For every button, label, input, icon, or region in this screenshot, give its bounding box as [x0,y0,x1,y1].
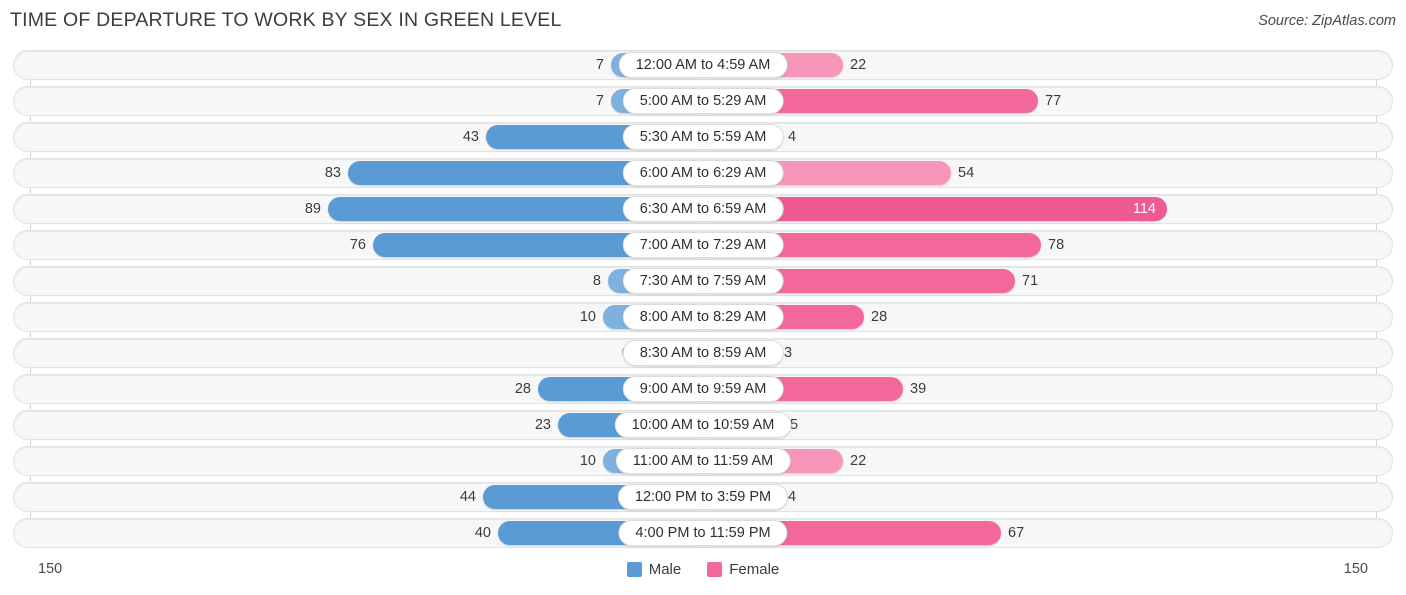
female-value-label: 54 [958,164,975,181]
square-swatch-icon [626,562,642,577]
category-label: 12:00 AM to 4:59 AM [618,52,788,78]
bar-row: 40 67 4:00 PM to 11:59 PM [0,518,1406,548]
male-value-label: 44 [459,488,476,505]
chart-footer: 150 150 Male Female [0,549,1406,595]
male-value-label: 7 [595,92,604,109]
legend-label-female: Female [729,561,780,578]
category-label: 8:00 AM to 8:29 AM [622,304,784,330]
category-label: 4:00 PM to 11:59 PM [618,520,788,546]
bar-row: 10 28 8:00 AM to 8:29 AM [0,302,1406,332]
legend-item-male[interactable]: Male [626,561,682,578]
chart-legend: Male Female [0,561,1406,578]
category-label: 8:30 AM to 8:59 AM [622,340,784,366]
category-label: 6:00 AM to 6:29 AM [622,160,784,186]
legend-label-male: Male [648,561,682,578]
male-value-label: 8 [592,272,601,289]
bar-row: 83 54 6:00 AM to 6:29 AM [0,158,1406,188]
category-label: 7:00 AM to 7:29 AM [622,232,784,258]
male-value-label: 10 [579,308,596,325]
male-value-label: 40 [474,524,491,541]
bar-row: 43 4 5:30 AM to 5:59 AM [0,122,1406,152]
female-value-label: 4 [788,128,797,145]
bar-row: 038:30 AM to 8:59 AM [0,338,1406,368]
category-label: 11:00 AM to 11:59 AM [615,448,791,474]
bar-row: 8 71 7:30 AM to 7:59 AM [0,266,1406,296]
female-value-label: 22 [850,56,867,73]
category-label: 7:30 AM to 7:59 AM [622,268,784,294]
female-value-label: 39 [910,380,927,397]
male-value-label: 83 [324,164,341,181]
category-label: 5:30 AM to 5:59 AM [622,124,784,150]
female-value-label: 3 [784,344,793,361]
category-label: 5:00 AM to 5:29 AM [622,88,784,114]
male-value-label: 23 [534,416,551,433]
female-value-label: 77 [1045,92,1062,109]
bar-row: 7 22 12:00 AM to 4:59 AM [0,50,1406,80]
male-value-label: 28 [514,380,531,397]
bar-row: 76 78 7:00 AM to 7:29 AM [0,230,1406,260]
bar-row: 89 114 6:30 AM to 6:59 AM [0,194,1406,224]
chart-plot-area: 7 22 12:00 AM to 4:59 AM 7 77 5:00 AM to 5:29… [0,44,1406,549]
bar-row: 7 77 5:00 AM to 5:29 AM [0,86,1406,116]
female-value-label: 22 [850,452,867,469]
male-value-label: 43 [462,128,479,145]
bar-row: 10 22 11:00 AM to 11:59 AM [0,446,1406,476]
page-title: TIME OF DEPARTURE TO WORK BY SEX IN GREE… [10,9,562,31]
chart-header: TIME OF DEPARTURE TO WORK BY SEX IN GREE… [0,0,1406,44]
female-value-label: 78 [1048,236,1065,253]
male-value-label: 10 [579,452,596,469]
bar-row: 28 39 9:00 AM to 9:59 AM [0,374,1406,404]
source-attribution: Source: ZipAtlas.com [1258,13,1396,29]
category-label: 12:00 PM to 3:59 PM [617,484,789,510]
female-value-label: 71 [1022,272,1039,289]
square-swatch-icon [707,562,723,577]
bar-row: 23 5 10:00 AM to 10:59 AM [0,410,1406,440]
bar-row: 44 4 12:00 PM to 3:59 PM [0,482,1406,512]
category-label: 6:30 AM to 6:59 AM [622,196,784,222]
female-value-label: 4 [788,488,797,505]
bar-rows-container: 7 22 12:00 AM to 4:59 AM 7 77 5:00 AM to 5:29… [0,50,1406,554]
female-value-label: 28 [871,308,888,325]
category-label: 9:00 AM to 9:59 AM [622,376,784,402]
category-label: 10:00 AM to 10:59 AM [614,412,792,438]
legend-item-female[interactable]: Female [707,561,779,578]
female-value-label: 67 [1008,524,1025,541]
male-value-label: 89 [304,200,321,217]
male-value-label: 76 [349,236,366,253]
female-value-label: 114 [1132,200,1156,217]
male-value-label: 7 [595,56,604,73]
